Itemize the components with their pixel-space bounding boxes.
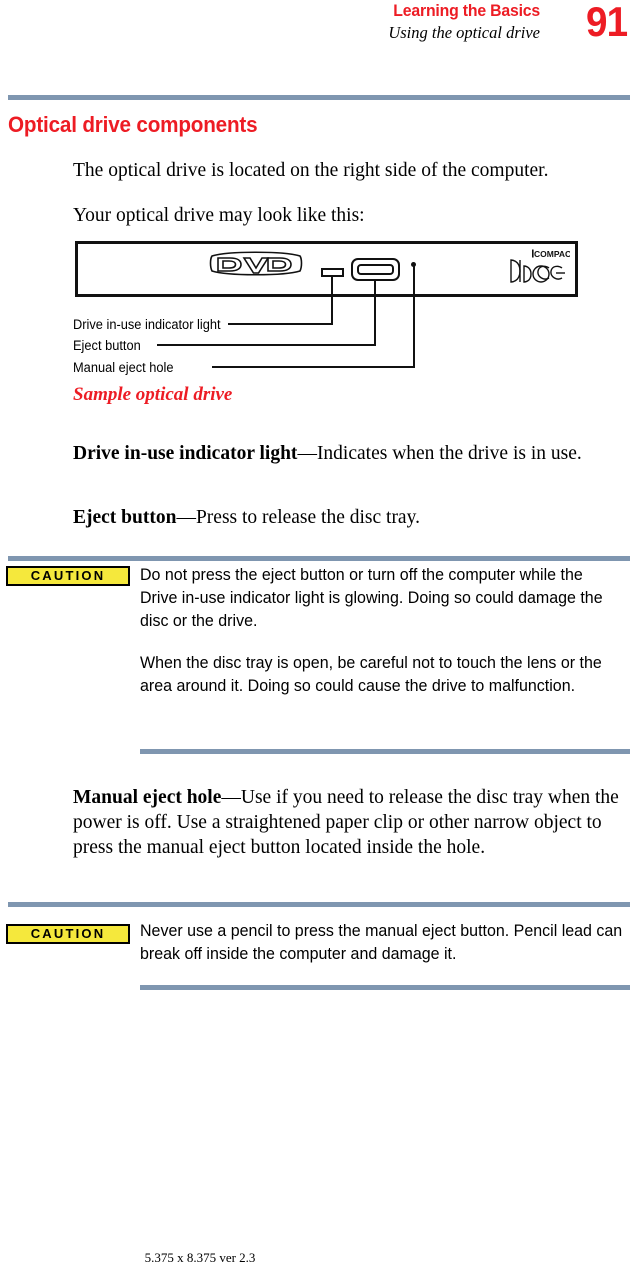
caution-1-badge: CAUTION	[6, 566, 130, 586]
definition-eject-button: —Press to release the disc tray.	[176, 507, 420, 528]
paragraph-drive-appearance: Your optical drive may look like this:	[73, 205, 365, 226]
caution-1-bottom-rule	[140, 749, 630, 754]
caution-1-top-rule	[8, 556, 630, 561]
paragraph-drive-location: The optical drive is located on the righ…	[73, 160, 549, 181]
term-eject-button: Eject button	[73, 507, 177, 528]
dvd-logo-icon	[209, 251, 303, 276]
eject-button	[351, 258, 400, 281]
leader-line-indicator-horizontal	[228, 323, 333, 325]
caution-2-paragraph-1: Never use a pencil to press the manual e…	[140, 922, 623, 963]
definition-indicator-light: —Indicates when the drive is in use.	[297, 443, 582, 464]
callout-label-manual-eject-hole: Manual eject hole	[73, 360, 174, 375]
caution-2-text: Never use a pencil to press the manual e…	[140, 920, 623, 966]
page-title: Optical drive components	[8, 112, 258, 137]
page-footer: 5.375 x 8.375 ver 2.3	[144, 1250, 256, 1265]
callout-label-eject-button: Eject button	[73, 338, 141, 353]
header-text-block: Learning the Basics Using the optical dr…	[0, 0, 540, 43]
leader-line-hole-horizontal	[212, 366, 415, 368]
header-chapter-title: Learning the Basics	[393, 1, 540, 20]
figure-caption: Sample optical drive	[73, 384, 233, 405]
leader-line-hole-vertical	[413, 265, 415, 367]
paragraph-manual-eject-hole-definition: Manual eject hole—Use if you need to rel…	[73, 785, 638, 860]
caution-1-paragraph-1: Do not press the eject button or turn of…	[140, 566, 603, 630]
page-header: Learning the Basics Using the optical dr…	[0, 0, 638, 70]
manual-eject-hole	[411, 262, 416, 267]
term-indicator-light: Drive in-use indicator light	[73, 443, 298, 464]
term-manual-eject-hole: Manual eject hole	[73, 787, 222, 808]
leader-line-eject-vertical	[374, 281, 376, 345]
callout-label-indicator-light: Drive in-use indicator light	[73, 317, 221, 332]
header-section-title: Using the optical drive	[388, 23, 540, 42]
leader-line-indicator-vertical	[331, 277, 333, 324]
drive-faceplate-outline	[75, 241, 578, 297]
caution-1-text: Do not press the eject button or turn of…	[140, 564, 623, 698]
caution-1-paragraph-2: When the disc tray is open, be careful n…	[140, 654, 602, 695]
paragraph-eject-button-definition: Eject button—Press to release the disc t…	[73, 505, 638, 530]
compact-disc-logo-icon: COMPACT	[510, 249, 570, 283]
header-divider-rule	[8, 95, 630, 100]
page-number: 91	[586, 0, 628, 45]
svg-text:COMPACT: COMPACT	[534, 249, 570, 259]
caution-2-badge: CAUTION	[6, 924, 130, 944]
drive-in-use-indicator-light	[321, 268, 344, 277]
caution-2-top-rule	[8, 902, 630, 907]
paragraph-indicator-light-definition: Drive in-use indicator light—Indicates w…	[73, 441, 638, 466]
leader-line-eject-horizontal	[157, 344, 376, 346]
caution-2-bottom-rule	[140, 985, 630, 990]
